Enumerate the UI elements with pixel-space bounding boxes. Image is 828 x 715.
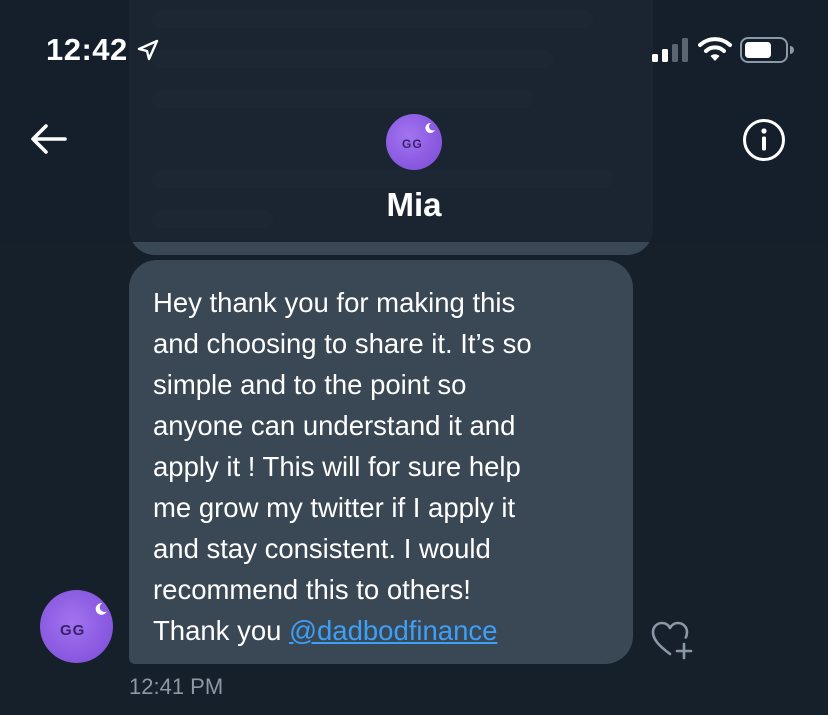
contact-name[interactable]: Mia — [0, 186, 828, 224]
message-line: and stay consistent. I would — [153, 533, 491, 564]
info-icon[interactable] — [742, 118, 786, 162]
message-line: me grow my twitter if I apply it — [153, 492, 516, 523]
sender-avatar[interactable]: GG — [40, 590, 113, 663]
message-line: anyone can understand it and — [153, 410, 516, 441]
message-timestamp: 12:41 PM — [129, 674, 224, 699]
battery-icon — [740, 37, 794, 63]
message-text: Hey thank you for making this and choosin… — [153, 282, 609, 651]
moon-icon — [425, 122, 435, 133]
message-line: recommend this to others! — [153, 574, 471, 605]
status-time: 12:42 — [46, 32, 128, 67]
message-line: Thank you — [153, 615, 290, 646]
message-bubble[interactable]: Hey thank you for making this and choosin… — [129, 260, 633, 664]
dm-conversation-screen: 12:42 GG Mia Hey thank you for making th… — [0, 0, 828, 715]
avatar-initials: GG — [402, 137, 423, 151]
message-line: simple and to the point so — [153, 369, 467, 400]
wifi-icon — [698, 37, 732, 61]
signal-icon — [652, 38, 688, 62]
message-line: Hey thank you for making this — [153, 287, 516, 318]
moon-icon — [95, 603, 107, 615]
message-line: and choosing to share it. It’s so — [153, 328, 532, 359]
contact-avatar[interactable]: GG — [386, 114, 442, 170]
add-reaction-heart-icon[interactable] — [650, 620, 694, 662]
mention-link[interactable]: @dadbodfinance — [289, 615, 497, 646]
message-line: apply it ! This will for sure help — [153, 451, 521, 482]
avatar-initials: GG — [60, 622, 86, 639]
location-arrow-icon — [137, 39, 159, 61]
back-arrow-icon[interactable] — [30, 122, 68, 156]
